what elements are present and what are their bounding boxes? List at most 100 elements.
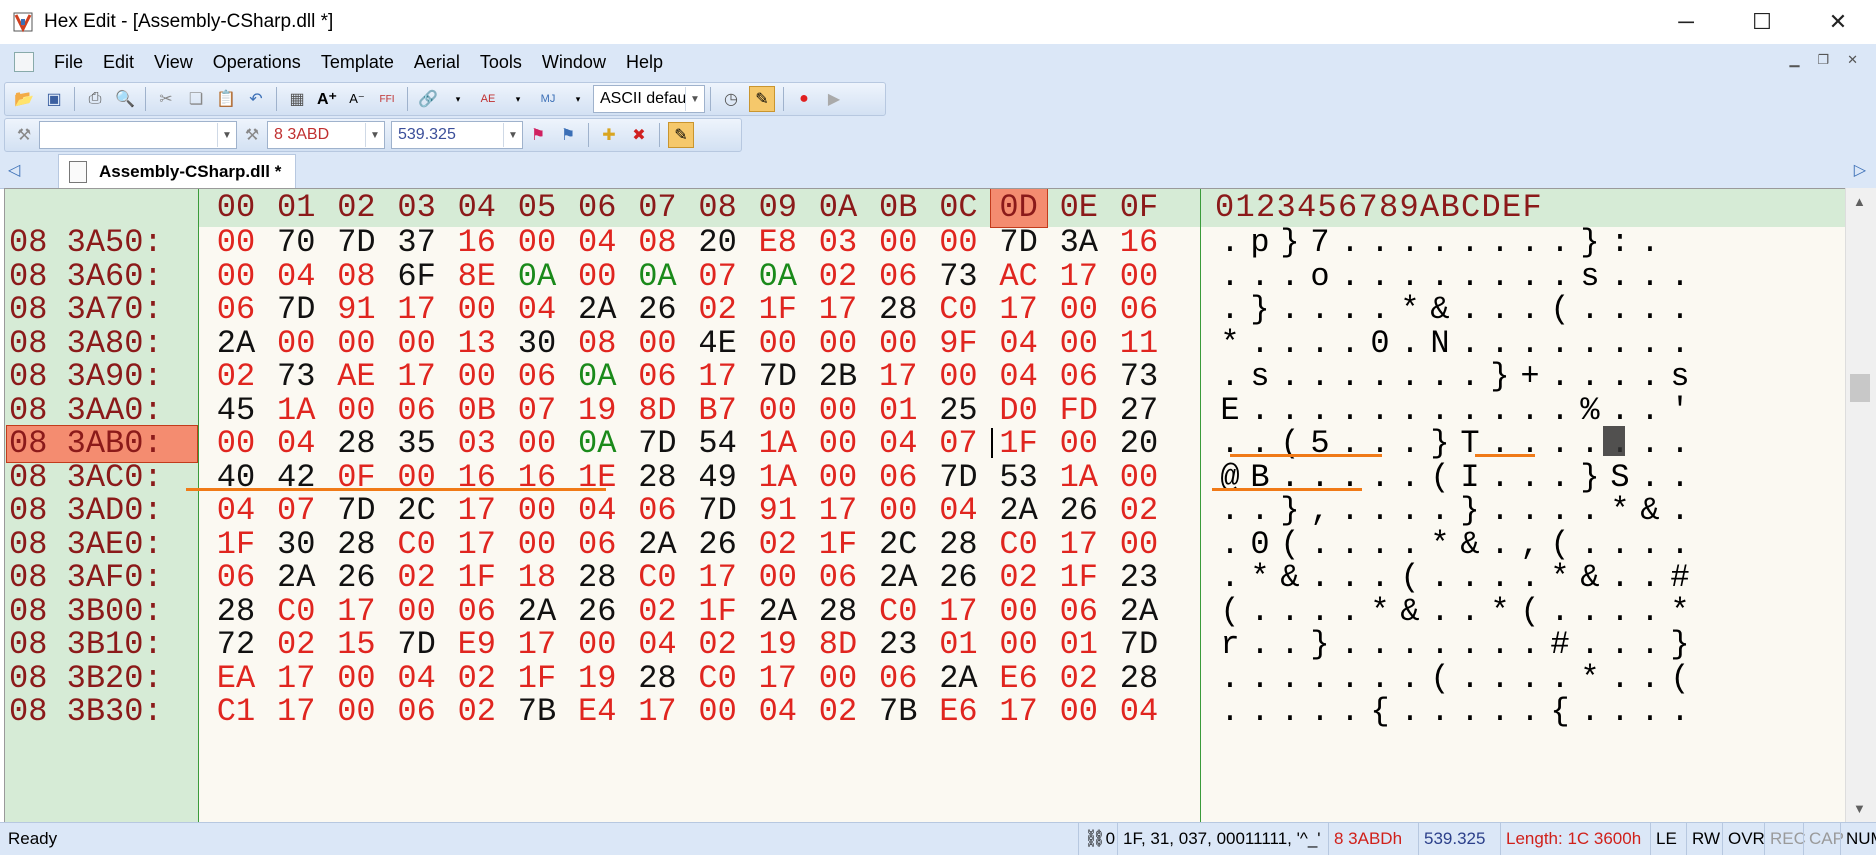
menu-view[interactable]: View [144,52,203,73]
ascii-char[interactable]: . [1455,692,1485,732]
decimal-address-combo[interactable]: 539.325 ▼ [391,121,523,149]
hex-column-header: 06 [577,189,617,226]
mdi-minimize-icon[interactable]: ▁ [1789,52,1799,68]
properties-icon[interactable]: ✎ [668,122,694,148]
mdi-restore-icon[interactable]: ❐ [1817,52,1829,68]
text-caret [990,428,993,458]
menu-file[interactable]: File [44,52,93,73]
ascii-char[interactable]: . [1395,692,1425,732]
record-macro-icon[interactable]: ● [792,87,816,111]
ascii-char[interactable]: . [1305,692,1335,732]
hex-row[interactable]: 08 3B30: C1 17 00 06 02 7B E4 17 00 04 02 7B E6 17 00 04… [5,692,1845,732]
bookmark-add-icon[interactable]: ✚ [597,123,621,147]
ascii-char[interactable]: { [1365,692,1395,732]
app-icon [13,12,33,33]
vertical-scrollbar[interactable]: ▲ ▼ [1845,188,1876,822]
clock-icon[interactable]: ◷ [719,87,743,111]
hex-byte[interactable]: 04 [750,692,806,732]
hex-address-combo[interactable]: 8 3ABD ▼ [267,121,385,149]
hex-byte[interactable]: 06 [389,692,445,732]
hex-byte[interactable]: 00 [690,692,746,732]
calculator-icon[interactable]: ▦ [285,87,309,111]
menu-aerial[interactable]: Aerial [404,52,470,73]
maximize-button[interactable]: ☐ [1724,0,1800,44]
play-macro-icon[interactable]: ▶ [822,87,846,111]
copy-icon[interactable]: ❏ [184,87,208,111]
hex-byte[interactable]: C1 [208,692,264,732]
tab-scroll-left-icon[interactable]: ◁ [8,160,20,180]
charset-select[interactable]: ASCII defau ▼ [593,85,705,113]
case-dropdown-icon[interactable]: ▾ [506,87,530,111]
ascii-char[interactable]: . [1515,692,1545,732]
ascii-char[interactable]: . [1635,692,1665,732]
hex-byte[interactable]: 00 [328,692,384,732]
status-ovr[interactable]: OVR [1722,823,1770,855]
hex-byte[interactable]: 17 [268,692,324,732]
status-rw[interactable]: RW [1686,823,1725,855]
menu-edit[interactable]: Edit [93,52,144,73]
find-icon[interactable]: 🔗 [416,87,440,111]
flag-next-icon[interactable]: ⚑ [556,123,580,147]
scroll-thumb[interactable] [1850,374,1870,402]
ascii-char[interactable]: { [1545,692,1575,732]
font-decrease-icon[interactable]: A⁻ [345,87,369,111]
scroll-up-icon[interactable]: ▲ [1853,194,1866,209]
replace-dropdown-icon[interactable]: ▾ [446,87,470,111]
menu-window[interactable]: Window [532,52,616,73]
goto-tool-icon[interactable]: ⚒ [240,123,264,147]
bookmark-icon[interactable]: MJ [536,87,560,111]
hex-byte[interactable]: 02 [449,692,505,732]
save-icon[interactable]: ▣ [42,87,66,111]
ascii-char[interactable]: . [1485,692,1515,732]
ascii-char[interactable]: . [1335,692,1365,732]
font-increase-icon[interactable]: A⁺ [315,87,339,111]
document-menu-icon[interactable] [14,52,34,72]
ascii-char[interactable]: . [1665,692,1695,732]
flag-icon[interactable]: ⚑ [526,123,550,147]
open-folder-icon[interactable]: 📂 [12,87,36,111]
menu-help[interactable]: Help [616,52,673,73]
hex-byte[interactable]: 02 [810,692,866,732]
hex-byte[interactable]: E6 [930,692,986,732]
hex-byte[interactable]: 7B [870,692,926,732]
minimize-button[interactable]: ─ [1648,0,1724,44]
print-icon[interactable]: ⎙ [83,87,107,111]
bookmark-delete-icon[interactable]: ✖ [627,123,651,147]
hex-byte[interactable]: 04 [1111,692,1167,732]
hex-byte[interactable]: 17 [629,692,685,732]
menu-template[interactable]: Template [311,52,404,73]
ascii-char[interactable]: . [1245,692,1275,732]
status-endian[interactable]: LE [1650,823,1682,855]
char-set-icon[interactable]: AE [476,87,500,111]
print-preview-icon[interactable]: 🔍 [113,87,137,111]
search-tool-icon[interactable]: ⚒ [12,123,36,147]
ebcdic-icon[interactable]: FFI [375,87,399,111]
hex-editor[interactable]: 00 01 02 03 04 05 06 07 08 09 0A 0B 0C 0D 0E 0F 01234567… [4,188,1846,824]
ascii-char[interactable]: . [1575,692,1605,732]
chevron-down-icon: ▼ [503,123,522,147]
undo-icon[interactable]: ↶ [244,87,268,111]
hex-byte[interactable]: 00 [1051,692,1107,732]
hex-byte[interactable]: 7B [509,692,565,732]
ascii-char[interactable]: . [1425,692,1455,732]
mdi-close-icon[interactable]: ✕ [1847,52,1858,68]
ascii-char[interactable]: . [1275,692,1305,732]
highlighter-icon[interactable]: ✎ [749,86,775,112]
ascii-char[interactable]: . [1605,692,1635,732]
bookmark-dropdown-icon[interactable]: ▾ [566,87,590,111]
tab-scroll-right-icon[interactable]: ▷ [1854,160,1866,180]
hex-byte[interactable]: E4 [569,692,625,732]
ascii-cursor-block [1603,426,1625,456]
cut-icon[interactable]: ✂ [154,87,178,111]
status-ready: Ready [8,829,58,848]
close-button[interactable]: ✕ [1800,0,1876,44]
scroll-down-icon[interactable]: ▼ [1853,801,1866,816]
paste-icon[interactable]: 📋 [214,87,238,111]
menu-operations[interactable]: Operations [203,52,311,73]
search-combo[interactable]: ▼ [39,121,237,149]
tab-assembly-csharp[interactable]: Assembly-CSharp.dll * [58,154,297,189]
hex-column-header: 02 [337,189,376,226]
ascii-char[interactable]: . [1215,692,1245,732]
hex-byte[interactable]: 17 [991,692,1047,732]
menu-tools[interactable]: Tools [470,52,532,73]
